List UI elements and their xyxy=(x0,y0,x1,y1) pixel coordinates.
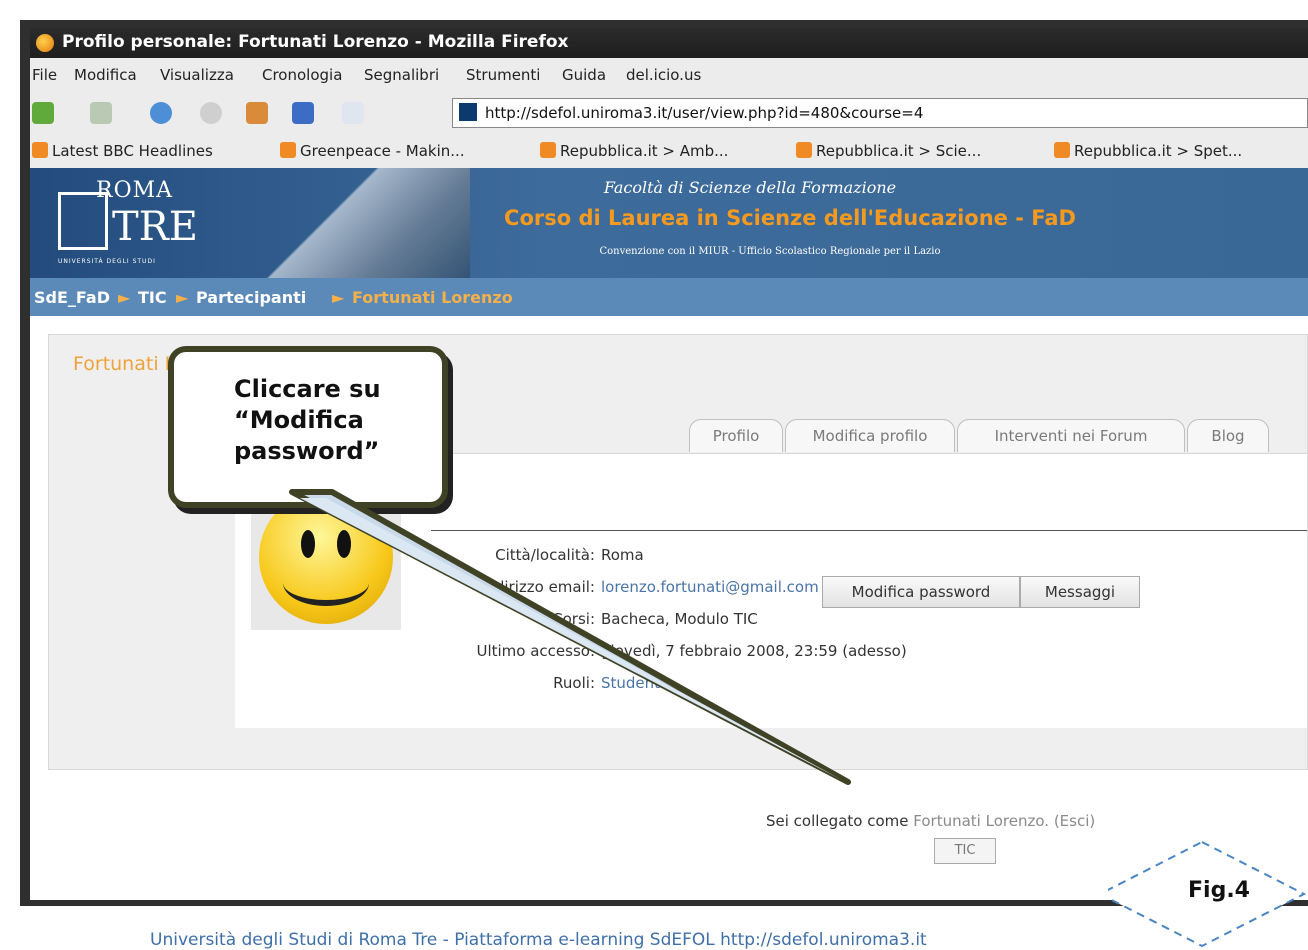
callout-pointer xyxy=(289,489,851,785)
figure-label: Fig.4 xyxy=(1188,878,1250,903)
